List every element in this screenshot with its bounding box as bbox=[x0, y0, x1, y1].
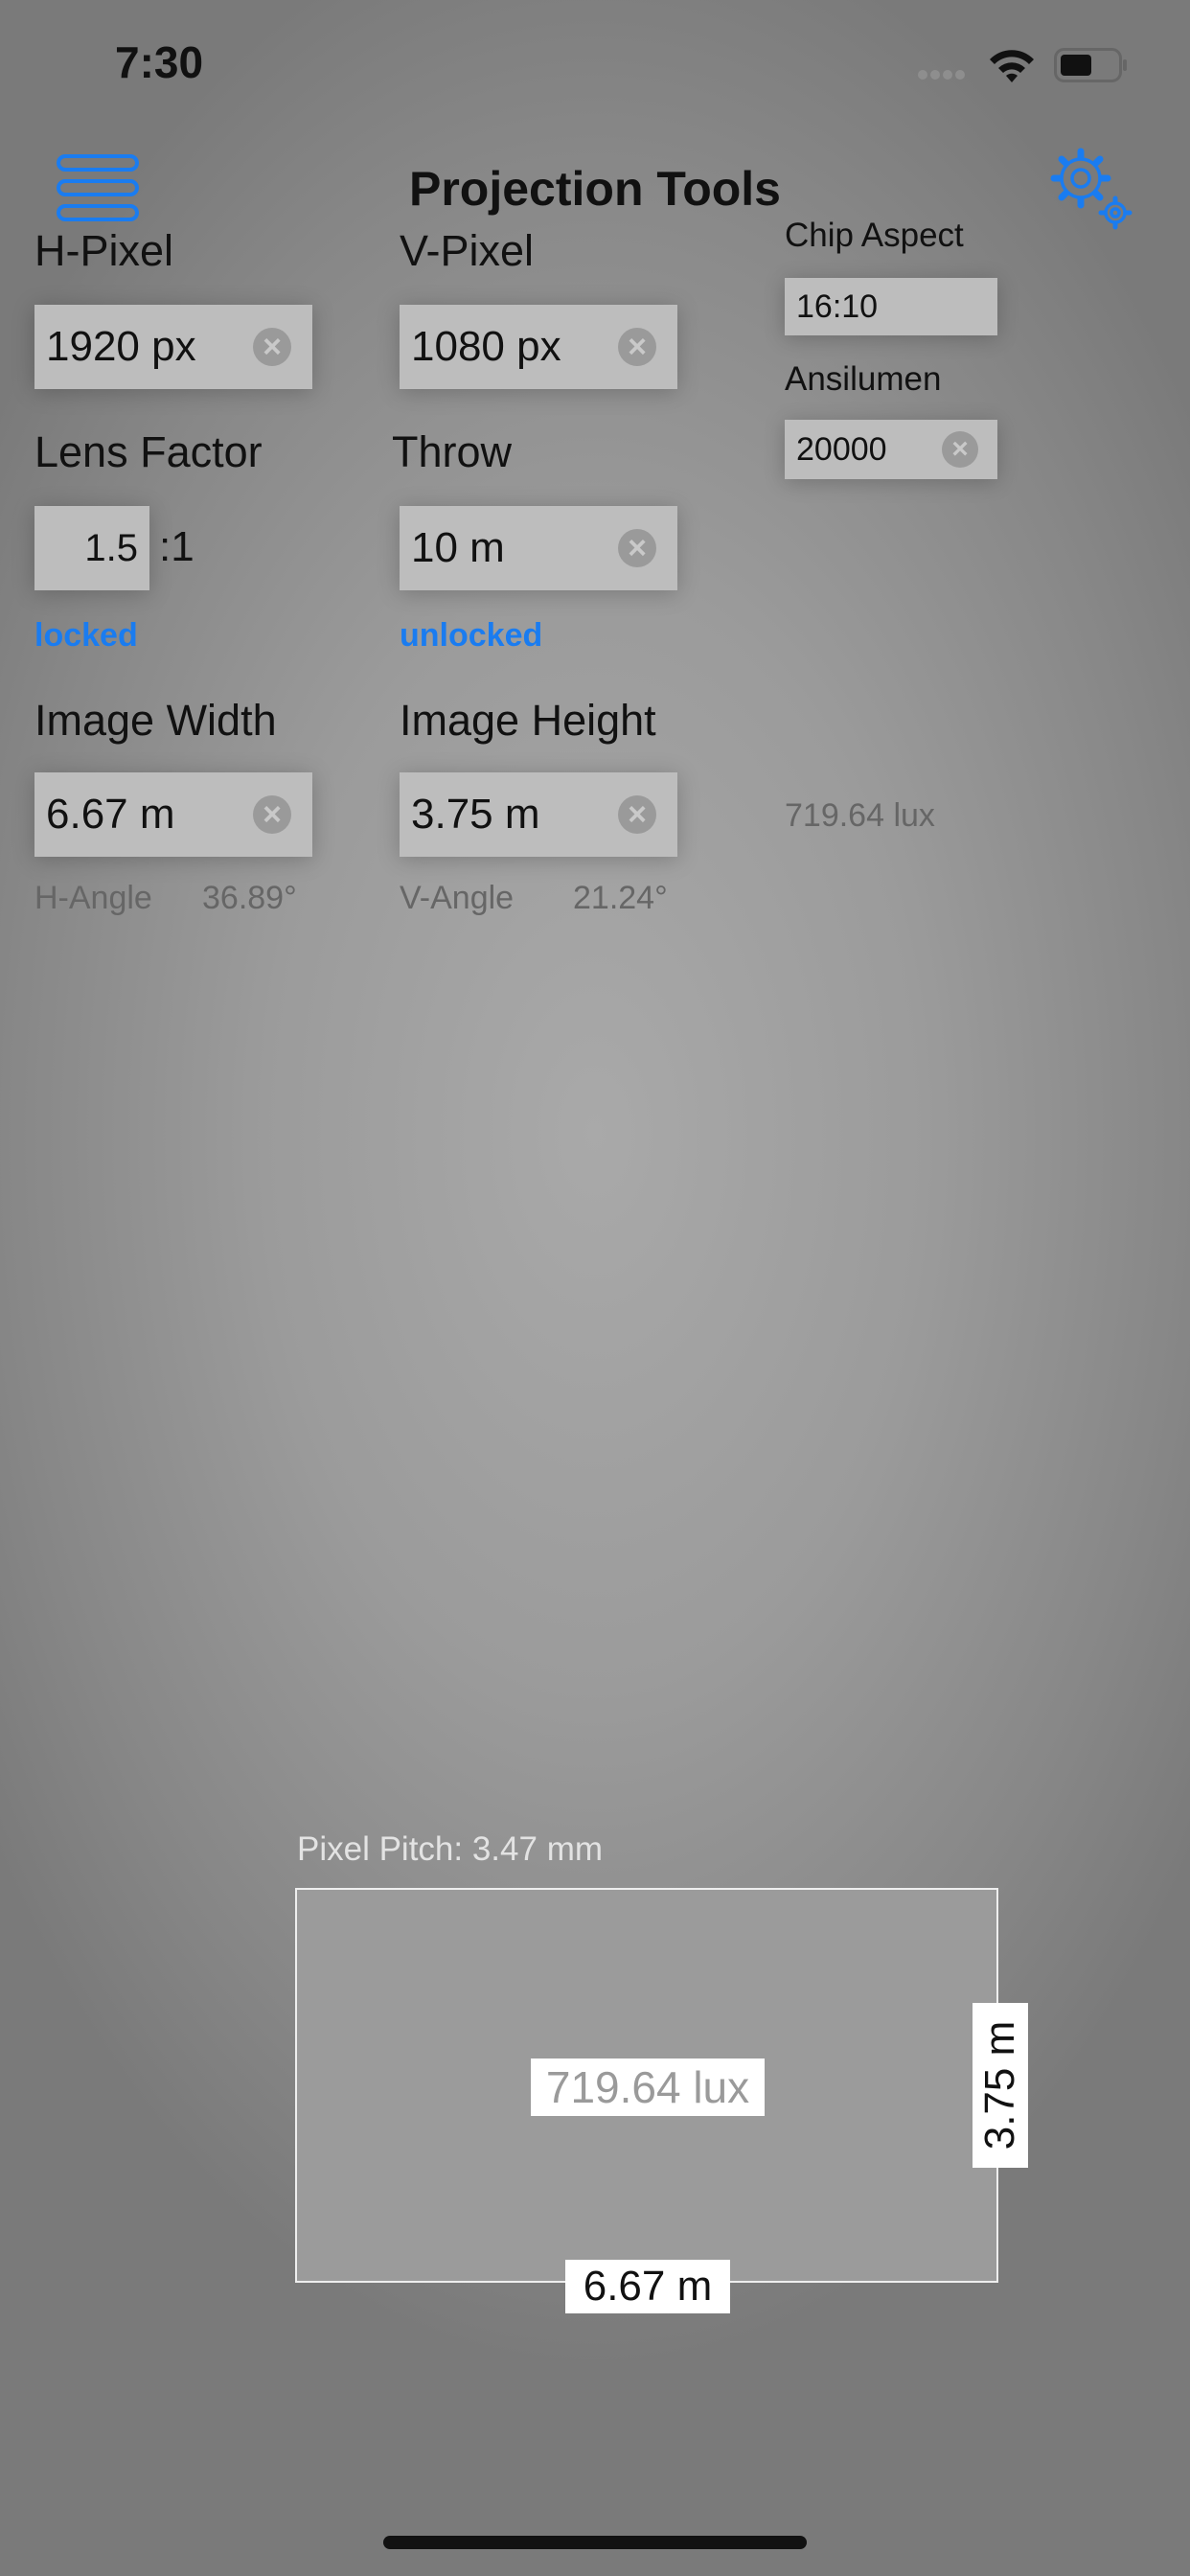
ansilumen-label: Ansilumen bbox=[785, 360, 942, 398]
diagram-height-text: 3.75 m bbox=[976, 2020, 1023, 2150]
battery-icon bbox=[1054, 48, 1129, 87]
chip-aspect-value: 16:10 bbox=[796, 288, 879, 325]
image-width-value: 6.67 m bbox=[46, 791, 175, 838]
image-height-field[interactable]: 3.75 m × bbox=[400, 772, 677, 857]
diagram-height-label: 3.75 m bbox=[973, 2003, 1028, 2168]
throw-lock-toggle[interactable]: unlocked bbox=[400, 617, 542, 655]
v-pixel-value: 1080 px bbox=[411, 323, 561, 370]
lens-factor-field[interactable]: 1.5 bbox=[34, 506, 149, 590]
clear-throw-icon[interactable]: × bbox=[618, 529, 656, 567]
v-pixel-field[interactable]: 1080 px × bbox=[400, 305, 677, 389]
throw-label: Throw bbox=[392, 427, 513, 476]
h-angle-value: 36.89° bbox=[202, 880, 297, 916]
ansilumen-field[interactable]: 20000 × bbox=[785, 420, 997, 479]
status-time: 7:30 bbox=[115, 37, 204, 87]
lens-factor-value: 1.5 bbox=[84, 526, 138, 569]
home-indicator[interactable] bbox=[383, 2536, 807, 2549]
pixel-pitch-label: Pixel Pitch: 3.47 mm bbox=[297, 1830, 603, 1868]
clear-image-width-icon[interactable]: × bbox=[253, 795, 291, 834]
image-height-label: Image Height bbox=[400, 696, 656, 745]
image-height-value: 3.75 m bbox=[411, 791, 540, 838]
lens-factor-lock-toggle[interactable]: locked bbox=[34, 617, 138, 655]
lens-factor-suffix: :1 bbox=[159, 523, 195, 570]
image-width-label: Image Width bbox=[34, 696, 277, 745]
v-angle-value: 21.24° bbox=[573, 880, 668, 916]
clear-ansilumen-icon[interactable]: × bbox=[942, 431, 978, 468]
cellular-signal-icon bbox=[918, 67, 968, 84]
illuminance-readout: 719.64 lux bbox=[785, 797, 935, 834]
settings-button[interactable] bbox=[1048, 146, 1136, 234]
throw-field[interactable]: 10 m × bbox=[400, 506, 677, 590]
h-pixel-value: 1920 px bbox=[46, 323, 196, 370]
h-angle-label: H-Angle bbox=[34, 880, 152, 916]
lens-factor-label: Lens Factor bbox=[34, 427, 263, 476]
ansilumen-value: 20000 bbox=[796, 430, 887, 468]
chip-aspect-field[interactable]: 16:10 bbox=[785, 278, 997, 335]
diagram-width-label: 6.67 m bbox=[565, 2260, 730, 2313]
clear-image-height-icon[interactable]: × bbox=[618, 795, 656, 834]
chip-aspect-label: Chip Aspect bbox=[785, 217, 964, 254]
throw-value: 10 m bbox=[411, 524, 505, 571]
h-pixel-label: H-Pixel bbox=[34, 226, 174, 275]
h-pixel-field[interactable]: 1920 px × bbox=[34, 305, 312, 389]
page-title: Projection Tools bbox=[409, 162, 781, 216]
clear-h-pixel-icon[interactable]: × bbox=[253, 328, 291, 366]
clear-v-pixel-icon[interactable]: × bbox=[618, 328, 656, 366]
wifi-icon bbox=[987, 46, 1037, 89]
image-width-field[interactable]: 6.67 m × bbox=[34, 772, 312, 857]
gear-icon bbox=[1050, 148, 1133, 230]
v-pixel-label: V-Pixel bbox=[400, 226, 535, 275]
diagram-lux-label: 719.64 lux bbox=[531, 2058, 765, 2116]
v-angle-label: V-Angle bbox=[400, 880, 515, 916]
